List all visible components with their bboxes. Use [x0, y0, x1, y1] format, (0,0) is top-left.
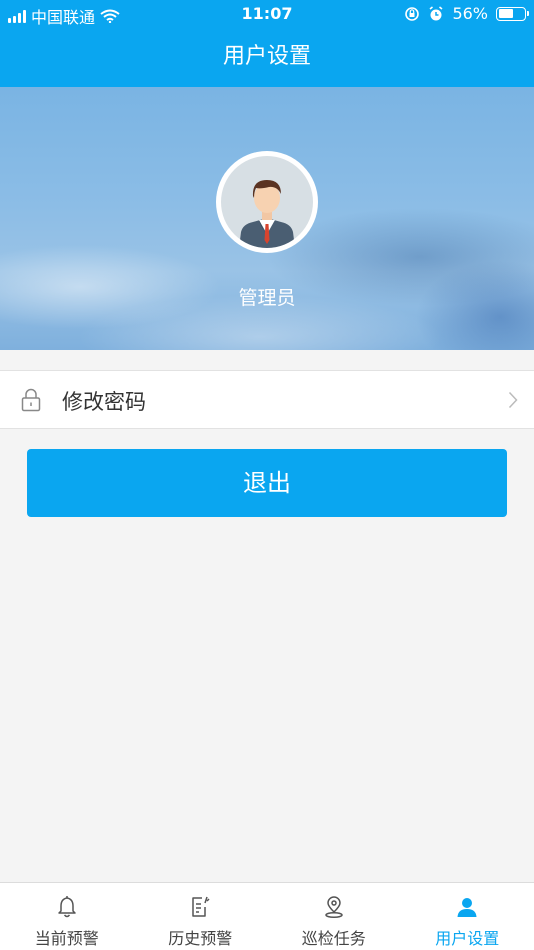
status-bar: 中国联通 11:07 56%: [0, 0, 534, 28]
avatar[interactable]: [216, 151, 318, 253]
profile-header: 管理员: [0, 87, 534, 350]
nav-bar: 用户设置: [0, 28, 534, 87]
user-portrait-icon: [239, 180, 295, 248]
page-title: 用户设置: [222, 44, 311, 69]
location-pin-icon: [325, 896, 343, 919]
tab-current-alerts[interactable]: 当前预警: [0, 883, 134, 950]
user-name: 管理员: [238, 287, 296, 309]
tab-label: 用户设置: [435, 929, 500, 948]
change-password-row[interactable]: 修改密码: [0, 370, 534, 429]
tab-label: 历史预警: [168, 929, 233, 948]
tab-user-settings[interactable]: 用户设置: [401, 883, 534, 950]
alarm-icon: [429, 5, 443, 20]
battery-fill: [498, 9, 513, 18]
battery-icon: [496, 6, 529, 21]
lock-icon: [21, 388, 41, 412]
tab-bar: 当前预警 历史预警 巡检任务 用户设置: [0, 882, 534, 950]
battery-percent: 56%: [452, 4, 488, 23]
logout-button[interactable]: 退出: [27, 449, 507, 517]
user-icon: [457, 898, 477, 917]
avatar-image: [221, 156, 313, 248]
status-right: 56%: [404, 4, 529, 23]
tab-label: 当前预警: [34, 929, 99, 948]
rotation-lock-icon: [405, 6, 420, 21]
chevron-right-icon: [508, 391, 518, 409]
change-password-label: 修改密码: [62, 390, 146, 414]
document-icon: [192, 896, 210, 917]
tab-label: 巡检任务: [301, 929, 366, 948]
tab-history-alerts[interactable]: 历史预警: [134, 883, 268, 950]
tab-inspection-tasks[interactable]: 巡检任务: [267, 883, 401, 950]
bell-icon: [58, 896, 76, 918]
